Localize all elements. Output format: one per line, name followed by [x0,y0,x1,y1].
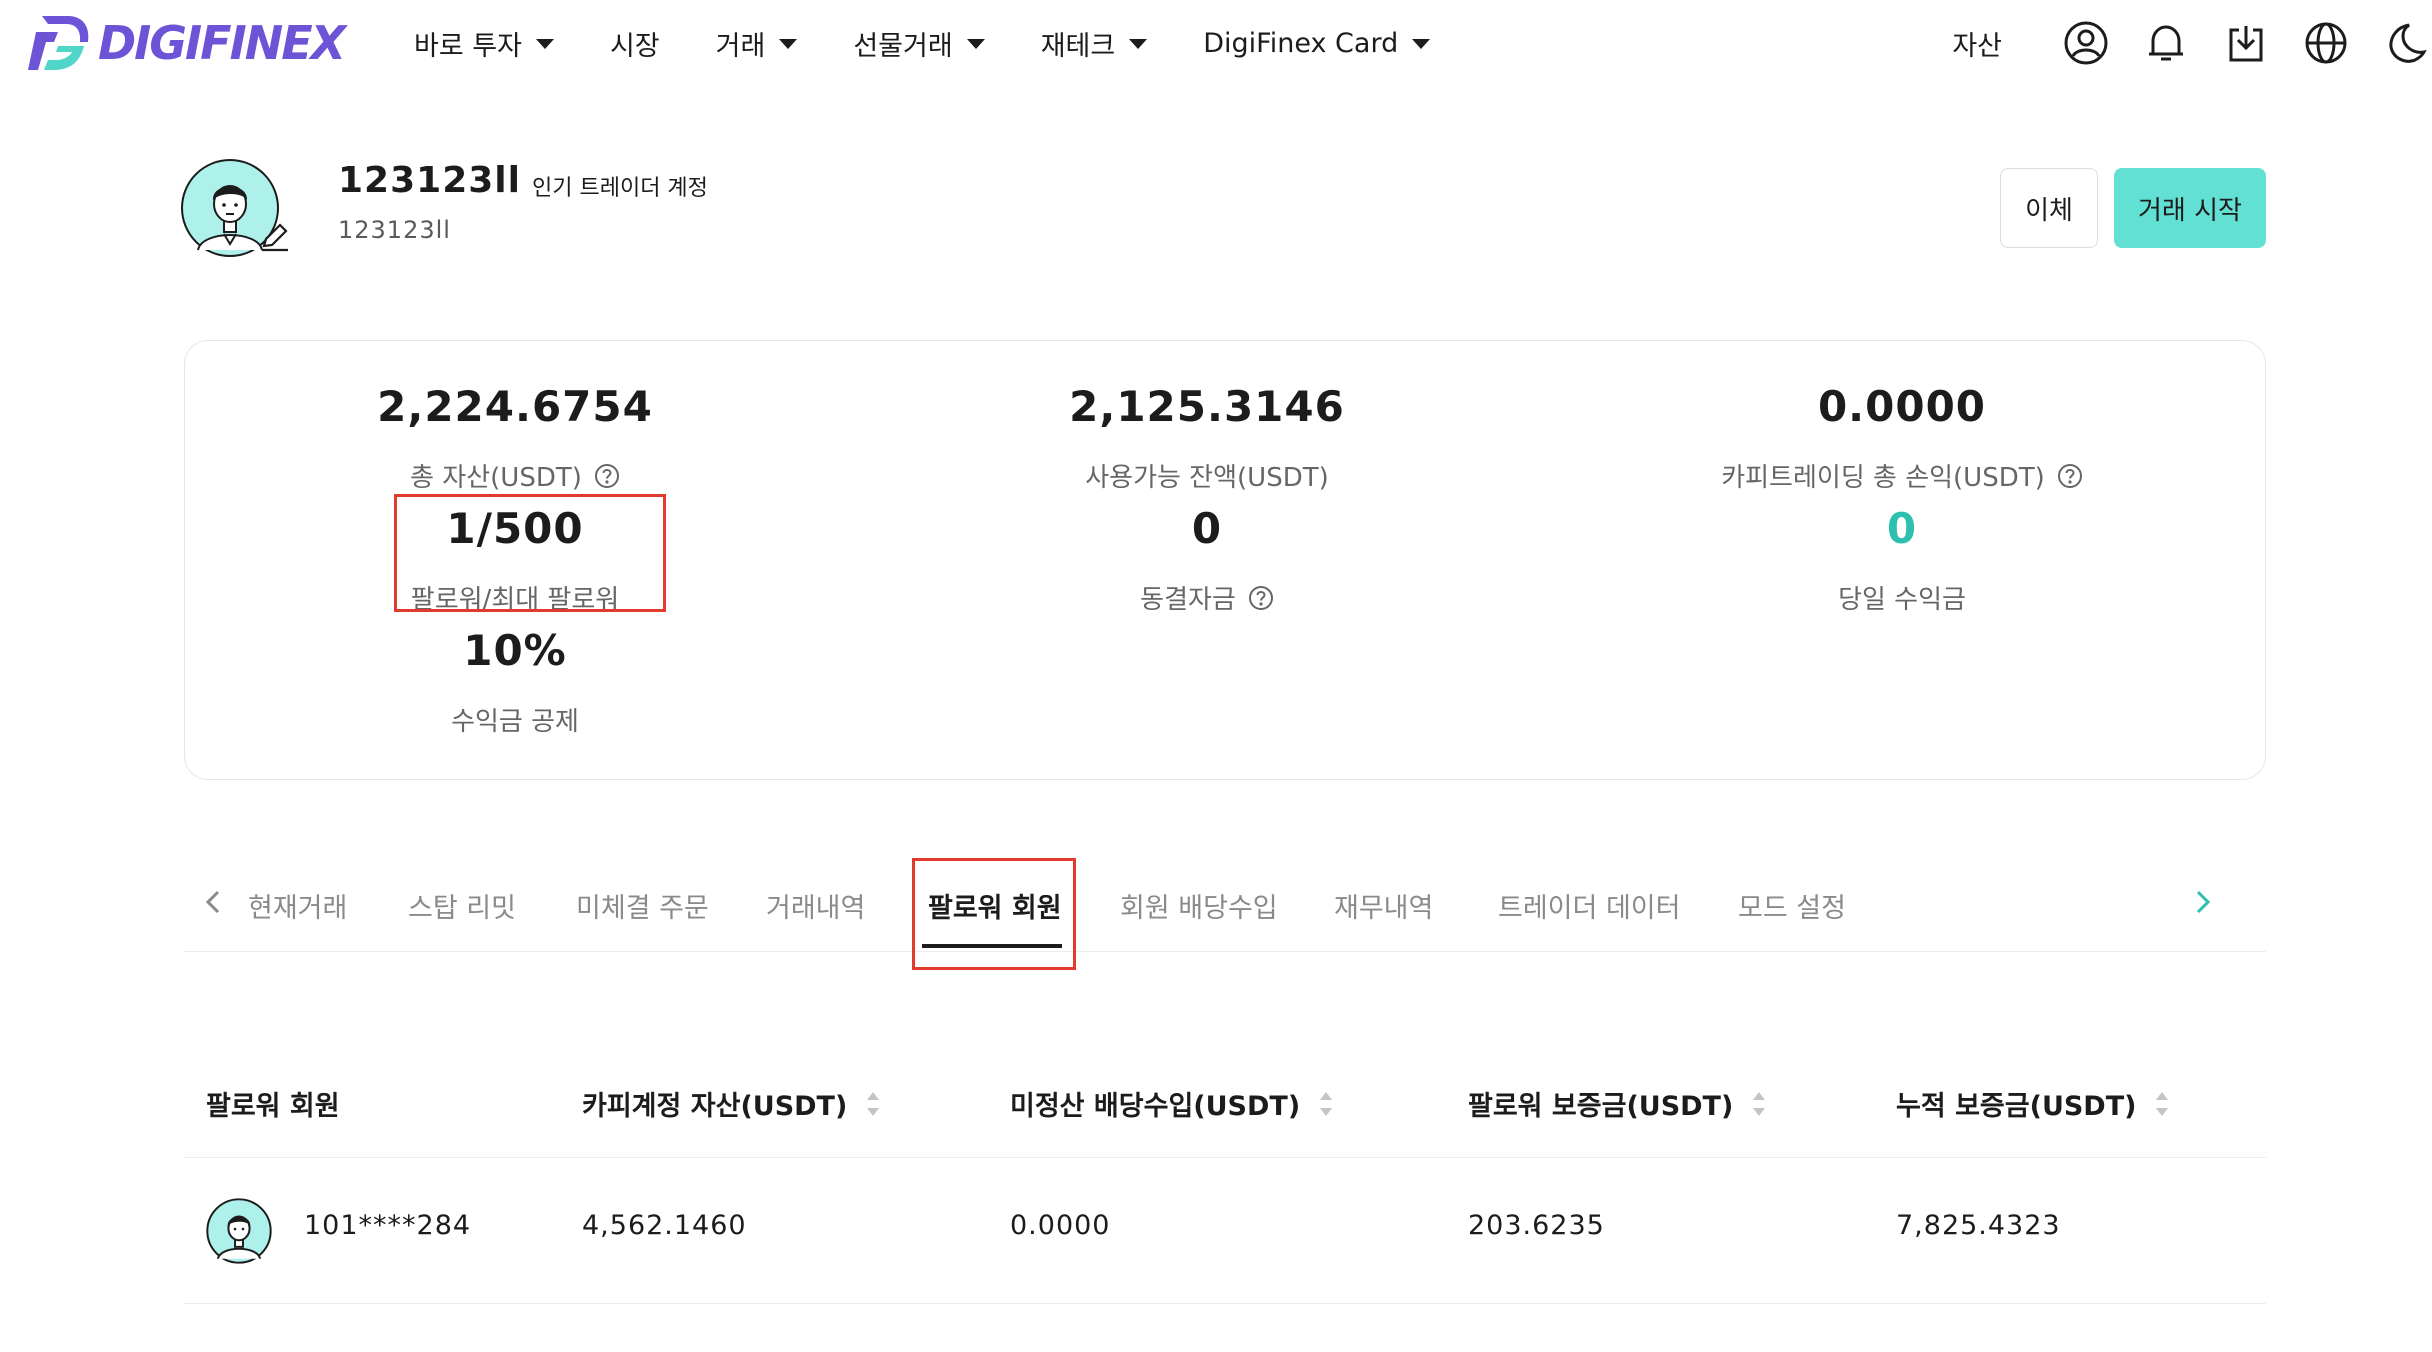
nav-label: 시장 [609,30,660,62]
stat-value: 0 [1191,504,1223,553]
main-nav: 바로 투자 시장 거래 선물거래 재테크 DigiFinex Card [414,0,1486,86]
help-circle-icon[interactable] [594,463,620,489]
nav-label: 바로 투자 [414,30,522,62]
nav-label: 선물거래 [853,30,953,62]
nav-market[interactable]: 시장 [610,24,660,63]
tab-stop-limit[interactable]: 스탑 리밋 [408,886,516,925]
tab-trader-data[interactable]: 트레이더 데이터 [1498,886,1680,925]
stat-label: 수익금 공제 [451,707,579,737]
annotation-box-followers-tab [912,858,1076,970]
cell-deposit: 203.6235 [1468,1210,1605,1241]
stat-frozen-funds: 0 동결자금 [1007,499,1407,616]
col-header-unsettled[interactable]: 미정산 배당수입(USDT) [1010,1084,1334,1123]
tab-financial-history[interactable]: 재무내역 [1334,886,1433,925]
user-icon[interactable] [2062,19,2110,67]
transfer-button[interactable]: 이체 [2000,168,2098,248]
trader-id: 123123ll [338,216,451,244]
stat-label-text: 총 자산(USDT) [410,463,582,493]
col-header-label: 누적 보증금(USDT) [1896,1091,2137,1122]
nav-card[interactable]: DigiFinex Card [1203,27,1431,59]
top-nav-bar: DIGIFINEX 바로 투자 시장 거래 선물거래 재테크 DigiFinex… [0,0,2432,86]
caret-down-icon [779,39,798,49]
trader-badge: 인기 트레이더 계정 [532,176,708,201]
stat-label-text: 카피트레이딩 총 손익(USDT) [1721,463,2045,493]
tab-open-orders[interactable]: 미체결 주문 [576,886,709,925]
nav-quick-invest[interactable]: 바로 투자 [414,24,554,63]
nav-earn[interactable]: 재테크 [1041,24,1148,63]
cell-member: 101****284 [304,1210,472,1241]
stat-value: 0 [1886,504,1918,553]
followers-table: 팔로워 회원 카피계정 자산(USDT) 미정산 배당수입(USDT) 팔로워 … [184,1058,2266,1304]
digifinex-logo[interactable]: DIGIFINEX [28,12,346,74]
stat-today-income: 0 당일 수익금 [1699,499,2105,616]
follower-avatar [206,1198,272,1264]
nav-label: 재테크 [1040,30,1116,62]
table-row[interactable]: 101****284 4,562.1460 0.0000 203.6235 7,… [184,1158,2266,1304]
logo-wordmark: DIGIFINEX [98,16,346,70]
cell-cumulative: 7,825.4323 [1896,1210,2061,1241]
tab-mode-settings[interactable]: 모드 설정 [1738,886,1846,925]
bell-icon[interactable] [2142,19,2190,67]
stat-value: 10% [463,626,567,675]
col-header-member: 팔로워 회원 [206,1084,340,1123]
stat-value: 2,224.6754 [377,382,653,431]
caret-down-icon [1129,39,1148,49]
trader-name: 123123ll [338,160,521,201]
nav-trade[interactable]: 거래 [716,24,798,63]
nav-label: 거래 [715,30,766,62]
stat-profit-share: 10% 수익금 공제 [315,621,715,738]
sort-icon[interactable] [2154,1089,2170,1119]
tab-trade-history[interactable]: 거래내역 [766,886,865,925]
col-header-label: 카피계정 자산(USDT) [582,1091,848,1122]
page: DIGIFINEX 바로 투자 시장 거래 선물거래 재테크 DigiFinex… [0,0,2432,1352]
stat-label: 사용가능 잔액(USDT) [1085,463,1329,493]
annotation-box-followers [394,494,666,612]
stat-total-assets: 2,224.6754 총 자산(USDT) [315,377,715,494]
download-icon[interactable] [2222,19,2270,67]
help-circle-icon[interactable] [2057,463,2083,489]
caret-down-icon [535,39,554,49]
table-header: 팔로워 회원 카피계정 자산(USDT) 미정산 배당수입(USDT) 팔로워 … [184,1058,2266,1158]
col-header-deposit[interactable]: 팔로워 보증금(USDT) [1468,1084,1767,1123]
chevron-left-icon[interactable] [194,882,234,922]
moon-icon[interactable] [2382,19,2430,67]
cell-copy-assets: 4,562.1460 [582,1210,747,1241]
stat-label: 동결자금 [1007,579,1407,616]
stat-label: 총 자산(USDT) [315,457,715,494]
stat-label-text: 동결자금 [1140,585,1236,615]
help-circle-icon[interactable] [1248,585,1274,611]
sort-icon[interactable] [1751,1089,1767,1119]
chevron-right-icon[interactable] [2182,882,2222,922]
col-header-label: 팔로워 보증금(USDT) [1468,1091,1734,1122]
logo-mark-icon [28,16,89,70]
edit-pencil-icon[interactable] [258,220,292,254]
caret-down-icon [1412,39,1431,49]
nav-label: DigiFinex Card [1203,27,1399,59]
stat-value: 2,125.3146 [1069,382,1345,431]
stat-label: 당일 수익금 [1838,585,1966,615]
stat-label: 카피트레이딩 총 손익(USDT) [1699,457,2105,494]
globe-icon[interactable] [2302,19,2350,67]
col-header-label: 팔로워 회원 [206,1091,340,1122]
nav-assets[interactable]: 자산 [1952,24,2002,63]
col-header-cumulative[interactable]: 누적 보증금(USDT) [1896,1084,2170,1123]
caret-down-icon [966,39,985,49]
stat-available-balance: 2,125.3146 사용가능 잔액(USDT) [1007,377,1407,494]
tab-current-trades[interactable]: 현재거래 [248,886,347,925]
nav-futures[interactable]: 선물거래 [853,24,985,63]
cell-unsettled: 0.0000 [1010,1210,1111,1241]
col-header-copy-assets[interactable]: 카피계정 자산(USDT) [582,1084,881,1123]
col-header-label: 미정산 배당수입(USDT) [1010,1091,1301,1122]
tab-member-dividends[interactable]: 회원 배당수입 [1120,886,1278,925]
start-trading-button[interactable]: 거래 시작 [2114,168,2266,248]
tab-bar: 현재거래 스탑 리밋 미체결 주문 거래내역 팔로워 회원 회원 배당수입 재무… [184,860,2266,952]
sort-icon[interactable] [865,1089,881,1119]
stat-copy-pnl: 0.0000 카피트레이딩 총 손익(USDT) [1699,377,2105,494]
stat-value: 0.0000 [1817,382,1987,431]
header-actions: 자산 [1952,0,2432,86]
sort-icon[interactable] [1318,1089,1334,1119]
